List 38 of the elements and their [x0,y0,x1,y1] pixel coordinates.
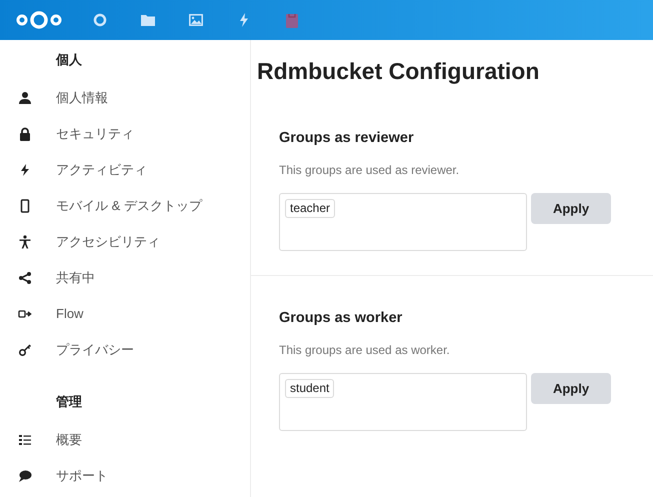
sidebar-item[interactable]: アクセシビリティ [0,224,250,260]
sidebar-item[interactable]: 共有中 [0,260,250,296]
speech-bubble-icon [18,469,32,483]
sidebar-item[interactable]: セキュリティ [0,116,250,152]
group-select-field[interactable]: teacher [279,192,527,251]
apply-button[interactable]: Apply [531,192,611,224]
phone-icon [18,199,32,213]
dashboard-icon[interactable] [93,13,107,27]
lock-icon [18,127,32,141]
bag-icon[interactable] [285,12,299,28]
apply-button[interactable]: Apply [531,373,611,404]
image-icon[interactable] [189,14,203,26]
section-heading: Groups as reviewer [279,130,415,147]
sidebar-item[interactable]: 個人情報 [0,80,250,116]
share-icon [18,271,32,285]
bolt-icon [18,163,32,177]
section-description: This groups are used as reviewer. [279,162,460,179]
section-title: 管理 [55,393,83,411]
bolt-icon[interactable] [239,13,249,27]
sidebar-item[interactable]: プライバシー [0,332,250,368]
group-tag: student [285,379,334,398]
sidebar-item[interactable]: モバイル & デスクトップ [0,188,250,224]
group-select-field[interactable]: student [279,373,527,432]
group-tag: teacher [285,198,336,218]
key-icon [18,343,32,357]
accessibility-icon [18,235,32,249]
page-title: Rdmbucket Configuration [257,58,540,86]
folder-icon[interactable] [141,14,155,26]
user-icon [18,91,32,105]
sidebar-item[interactable]: アクティビティ [0,152,250,188]
sidebar-item[interactable]: Flow [0,296,250,332]
sidebar-item[interactable]: サポート [0,458,250,494]
sidebar-item[interactable]: 概要 [0,422,250,458]
section-description: This groups are used as worker. [279,342,451,360]
section-heading: Groups as worker [279,310,404,328]
section-title: 個人 [54,51,83,69]
list-icon [18,433,32,447]
nextcloud-logo-icon[interactable] [16,10,62,30]
